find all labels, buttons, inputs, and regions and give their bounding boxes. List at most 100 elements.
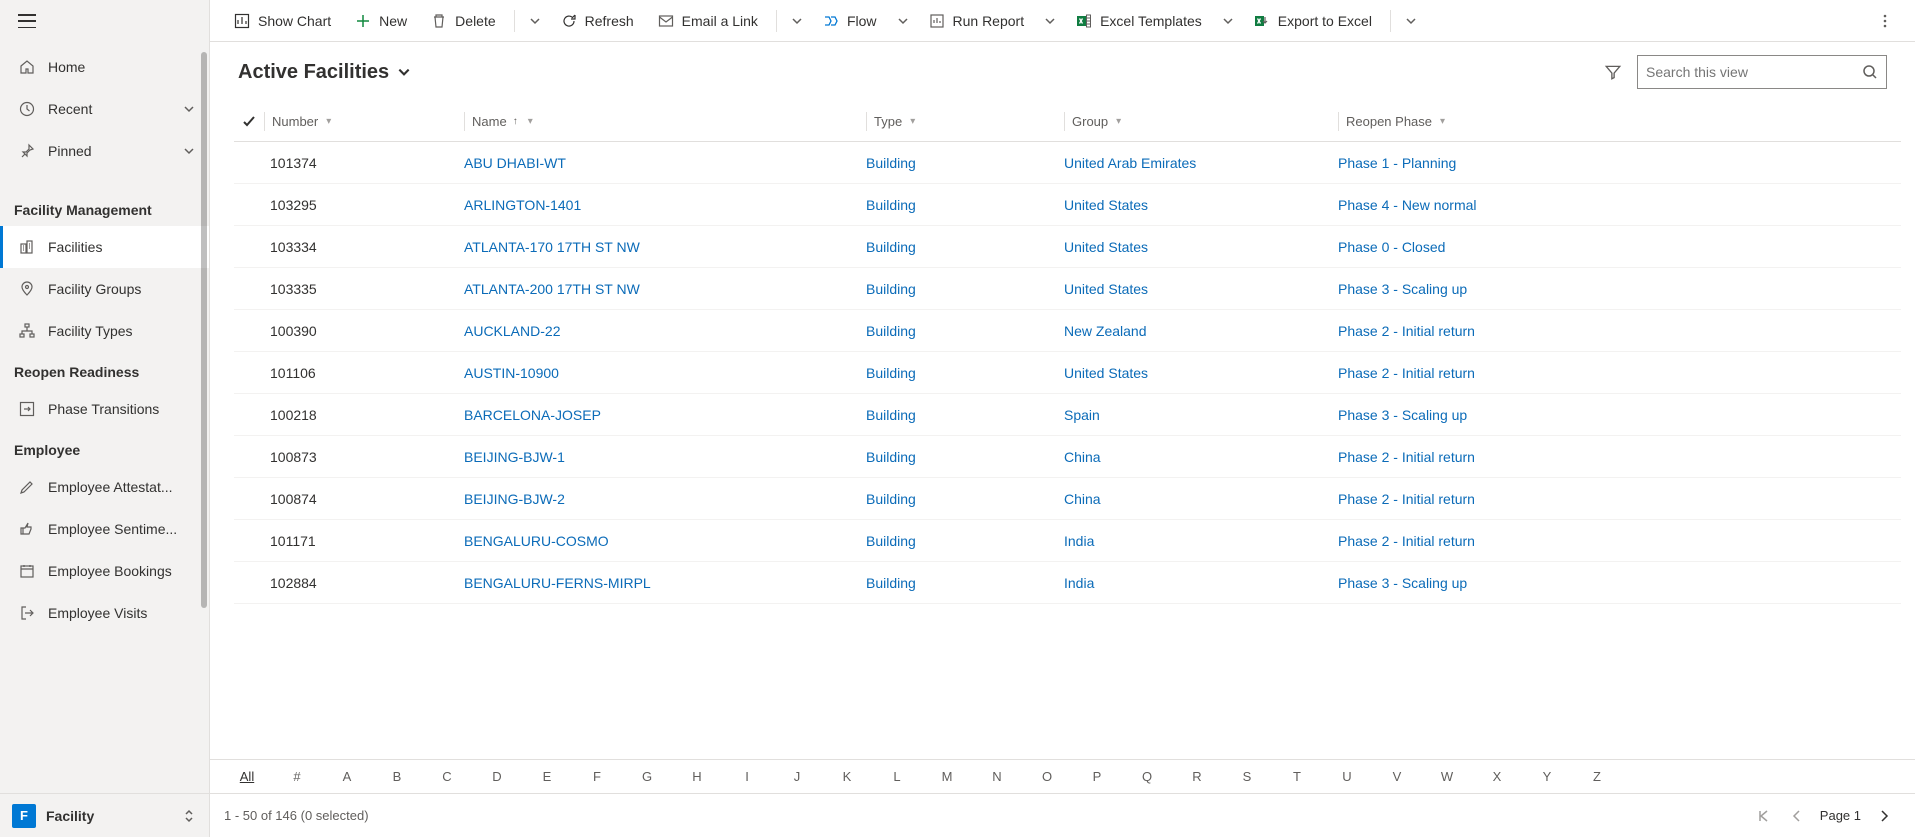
alpha-a[interactable]: A	[322, 769, 372, 784]
overflow-button[interactable]	[1873, 13, 1897, 29]
alpha-w[interactable]: W	[1422, 769, 1472, 784]
cell-name-link[interactable]: BENGALURU-COSMO	[464, 533, 609, 549]
scrollbar[interactable]	[201, 52, 207, 608]
alpha-e[interactable]: E	[522, 769, 572, 784]
table-row[interactable]: 101106AUSTIN-10900BuildingUnited StatesP…	[234, 352, 1901, 394]
excel-templates-button[interactable]: Excel Templates	[1066, 5, 1212, 37]
excel-templates-chevron[interactable]	[1216, 5, 1240, 37]
nav-recent[interactable]: Recent	[0, 88, 209, 130]
cell-name-link[interactable]: AUCKLAND-22	[464, 323, 560, 339]
hamburger-menu-button[interactable]	[18, 14, 36, 28]
alpha-#[interactable]: #	[272, 769, 322, 784]
grid-body[interactable]: 101374ABU DHABI-WTBuildingUnited Arab Em…	[234, 142, 1901, 759]
cell-type-link[interactable]: Building	[866, 491, 916, 507]
cell-phase-link[interactable]: Phase 4 - New normal	[1338, 197, 1477, 213]
cell-phase-link[interactable]: Phase 1 - Planning	[1338, 155, 1456, 171]
sidebar-item-phase-transitions[interactable]: Phase Transitions	[0, 388, 209, 430]
show-chart-button[interactable]: Show Chart	[224, 5, 341, 37]
table-row[interactable]: 101374ABU DHABI-WTBuildingUnited Arab Em…	[234, 142, 1901, 184]
column-group[interactable]: Group▾	[1064, 114, 1338, 129]
table-row[interactable]: 103295ARLINGTON-1401BuildingUnited State…	[234, 184, 1901, 226]
alpha-j[interactable]: J	[772, 769, 822, 784]
cell-group-link[interactable]: New Zealand	[1064, 323, 1147, 339]
alpha-f[interactable]: F	[572, 769, 622, 784]
email-link-button[interactable]: Email a Link	[648, 5, 768, 37]
nav-home[interactable]: Home	[0, 46, 209, 88]
cell-phase-link[interactable]: Phase 2 - Initial return	[1338, 491, 1475, 507]
flow-chevron[interactable]	[891, 5, 915, 37]
flow-button[interactable]: Flow	[813, 5, 887, 37]
table-row[interactable]: 100218BARCELONA-JOSEPBuildingSpainPhase …	[234, 394, 1901, 436]
cell-type-link[interactable]: Building	[866, 533, 916, 549]
table-row[interactable]: 102884BENGALURU-FERNS-MIRPLBuildingIndia…	[234, 562, 1901, 604]
cell-type-link[interactable]: Building	[866, 155, 916, 171]
sidebar-item-facility-groups[interactable]: Facility Groups	[0, 268, 209, 310]
column-name[interactable]: Name↑▾	[464, 114, 866, 129]
export-split-chevron[interactable]	[1399, 5, 1423, 37]
app-switcher[interactable]: F Facility	[0, 793, 209, 837]
alpha-d[interactable]: D	[472, 769, 522, 784]
alpha-s[interactable]: S	[1222, 769, 1272, 784]
alpha-v[interactable]: V	[1372, 769, 1422, 784]
search-input[interactable]	[1646, 64, 1862, 80]
cell-phase-link[interactable]: Phase 3 - Scaling up	[1338, 575, 1467, 591]
cell-name-link[interactable]: BARCELONA-JOSEP	[464, 407, 601, 423]
first-page-button[interactable]	[1752, 805, 1774, 827]
alpha-h[interactable]: H	[672, 769, 722, 784]
prev-page-button[interactable]	[1786, 805, 1808, 827]
cell-name-link[interactable]: BENGALURU-FERNS-MIRPL	[464, 575, 651, 591]
sidebar-item-attestations[interactable]: Employee Attestat...	[0, 466, 209, 508]
alpha-z[interactable]: Z	[1572, 769, 1622, 784]
alpha-b[interactable]: B	[372, 769, 422, 784]
alpha-q[interactable]: Q	[1122, 769, 1172, 784]
cell-group-link[interactable]: China	[1064, 449, 1101, 465]
column-type[interactable]: Type▾	[866, 114, 1064, 129]
cell-name-link[interactable]: ATLANTA-200 17TH ST NW	[464, 281, 640, 297]
email-split-chevron[interactable]	[785, 5, 809, 37]
cell-type-link[interactable]: Building	[866, 197, 916, 213]
sidebar-item-bookings[interactable]: Employee Bookings	[0, 550, 209, 592]
cell-type-link[interactable]: Building	[866, 407, 916, 423]
select-all[interactable]	[234, 115, 264, 129]
column-number[interactable]: Number▾	[264, 114, 464, 129]
cell-phase-link[interactable]: Phase 2 - Initial return	[1338, 365, 1475, 381]
next-page-button[interactable]	[1873, 805, 1895, 827]
run-report-button[interactable]: Run Report	[919, 5, 1035, 37]
alpha-m[interactable]: M	[922, 769, 972, 784]
delete-split-chevron[interactable]	[523, 5, 547, 37]
search-box[interactable]	[1637, 55, 1887, 89]
cell-group-link[interactable]: United States	[1064, 281, 1148, 297]
table-row[interactable]: 100874BEIJING-BJW-2BuildingChinaPhase 2 …	[234, 478, 1901, 520]
alpha-l[interactable]: L	[872, 769, 922, 784]
alpha-c[interactable]: C	[422, 769, 472, 784]
cell-name-link[interactable]: AUSTIN-10900	[464, 365, 559, 381]
cell-group-link[interactable]: India	[1064, 533, 1094, 549]
sidebar-item-facilities[interactable]: Facilities	[0, 226, 209, 268]
cell-type-link[interactable]: Building	[866, 323, 916, 339]
cell-phase-link[interactable]: Phase 3 - Scaling up	[1338, 281, 1467, 297]
table-row[interactable]: 101171BENGALURU-COSMOBuildingIndiaPhase …	[234, 520, 1901, 562]
table-row[interactable]: 100390AUCKLAND-22BuildingNew ZealandPhas…	[234, 310, 1901, 352]
alpha-k[interactable]: K	[822, 769, 872, 784]
alpha-g[interactable]: G	[622, 769, 672, 784]
alpha-t[interactable]: T	[1272, 769, 1322, 784]
table-row[interactable]: 103334ATLANTA-170 17TH ST NWBuildingUnit…	[234, 226, 1901, 268]
alpha-all[interactable]: All	[222, 769, 272, 784]
alpha-n[interactable]: N	[972, 769, 1022, 784]
table-row[interactable]: 103335ATLANTA-200 17TH ST NWBuildingUnit…	[234, 268, 1901, 310]
cell-group-link[interactable]: Spain	[1064, 407, 1100, 423]
cell-group-link[interactable]: India	[1064, 575, 1094, 591]
cell-type-link[interactable]: Building	[866, 449, 916, 465]
cell-phase-link[interactable]: Phase 2 - Initial return	[1338, 533, 1475, 549]
alpha-x[interactable]: X	[1472, 769, 1522, 784]
cell-group-link[interactable]: United States	[1064, 239, 1148, 255]
sidebar-item-sentiment[interactable]: Employee Sentime...	[0, 508, 209, 550]
cell-type-link[interactable]: Building	[866, 281, 916, 297]
cell-group-link[interactable]: United States	[1064, 365, 1148, 381]
cell-name-link[interactable]: ABU DHABI-WT	[464, 155, 566, 171]
cell-type-link[interactable]: Building	[866, 575, 916, 591]
alpha-i[interactable]: I	[722, 769, 772, 784]
cell-name-link[interactable]: ATLANTA-170 17TH ST NW	[464, 239, 640, 255]
nav-pinned[interactable]: Pinned	[0, 130, 209, 172]
cell-type-link[interactable]: Building	[866, 239, 916, 255]
